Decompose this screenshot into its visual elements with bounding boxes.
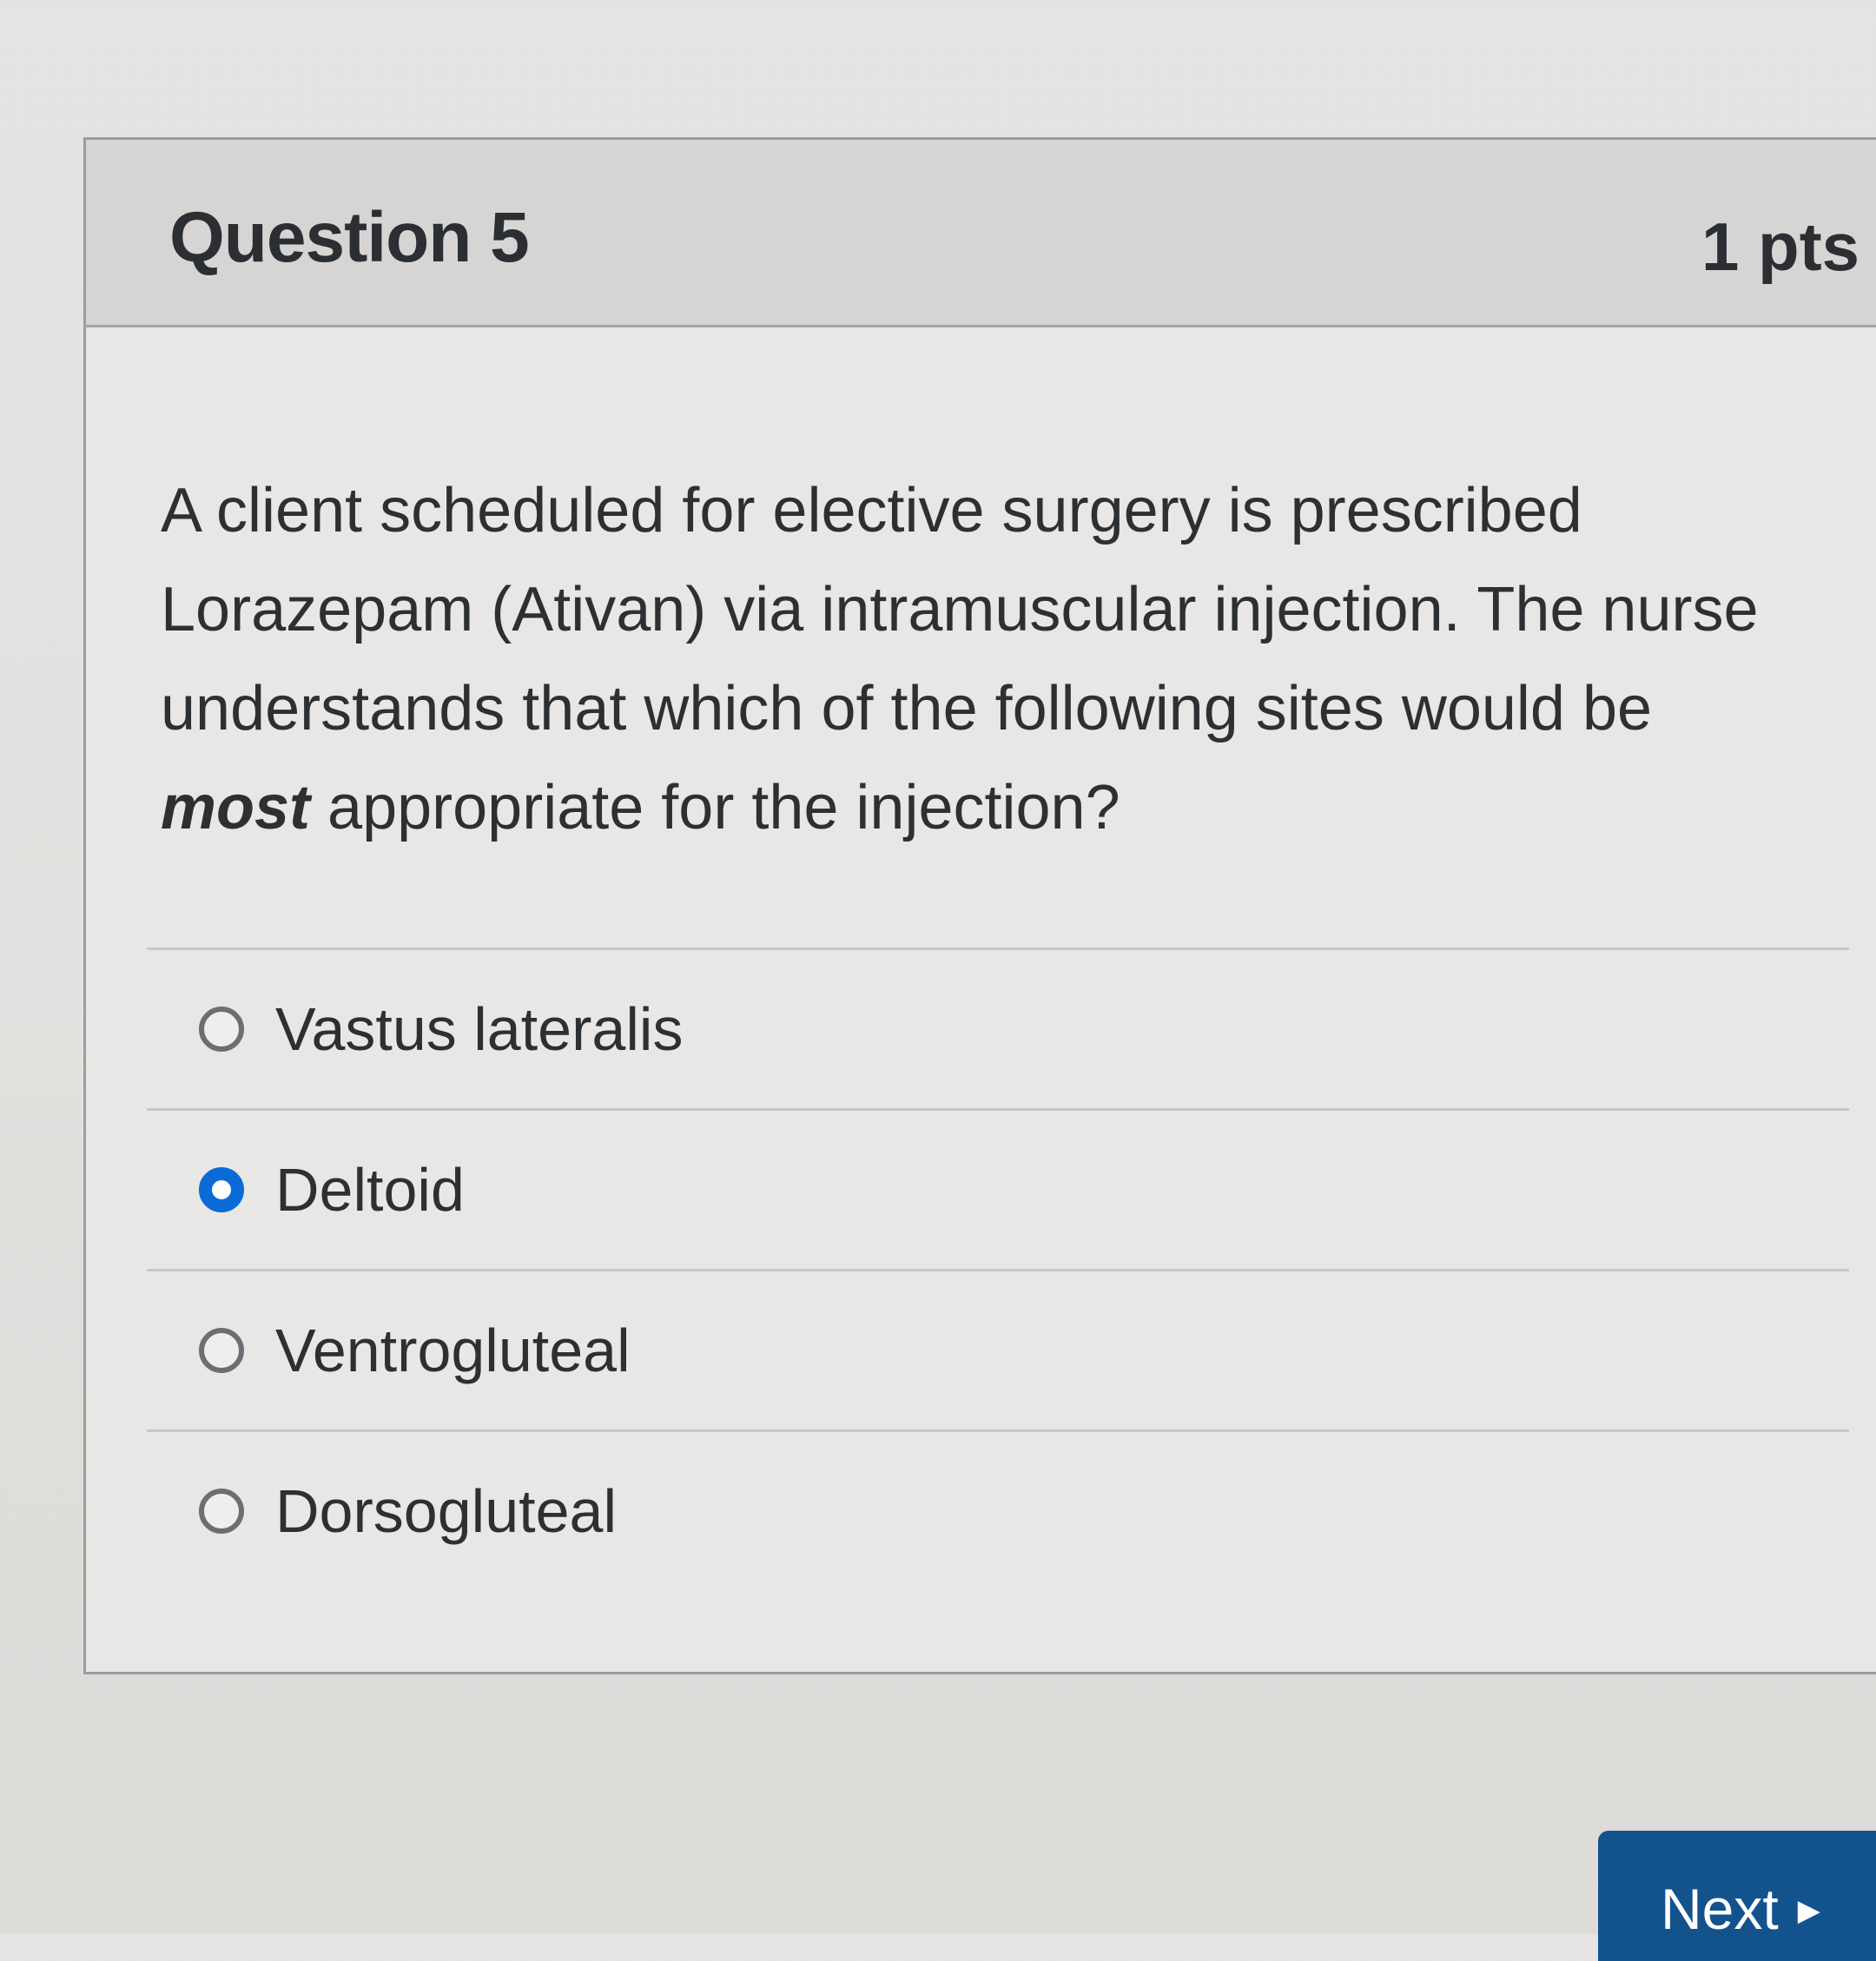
question-text-line: A client scheduled for elective surgery … xyxy=(161,476,1582,545)
radio-button[interactable] xyxy=(199,1489,244,1534)
radio-button[interactable] xyxy=(199,1328,244,1373)
answer-label[interactable]: Dorsogluteal xyxy=(275,1476,617,1546)
radio-button[interactable] xyxy=(199,1007,244,1052)
question-text-line: Lorazepam (Ativan) via intramuscular inj… xyxy=(161,575,1759,644)
next-button-label: Next xyxy=(1661,1877,1779,1941)
answer-label[interactable]: Ventrogluteal xyxy=(275,1316,631,1385)
answer-label[interactable]: Deltoid xyxy=(275,1155,465,1225)
caret-right-icon: ▶ xyxy=(1797,1894,1820,1927)
answer-label[interactable]: Vastus lateralis xyxy=(275,994,683,1064)
question-text: A client scheduled for elective surgery … xyxy=(161,461,1876,857)
next-button[interactable]: Next ▶ xyxy=(1598,1831,1876,1961)
answer-list: Vastus lateralis Deltoid Ventrogluteal D… xyxy=(147,947,1849,1590)
answer-option-dorsogluteal[interactable]: Dorsogluteal xyxy=(147,1432,1849,1590)
question-card: Question 5 1 pts A client scheduled for … xyxy=(83,137,1876,1674)
question-text-line: most appropriate for the injection? xyxy=(161,758,1876,857)
radio-button-selected[interactable] xyxy=(199,1167,244,1212)
question-emphasis: most xyxy=(161,773,311,842)
question-points: 1 pts xyxy=(1701,208,1860,285)
question-text-rest: appropriate for the injection? xyxy=(310,773,1120,842)
question-header: Question 5 1 pts xyxy=(86,140,1876,327)
answer-option-ventrogluteal[interactable]: Ventrogluteal xyxy=(147,1271,1849,1429)
question-title: Question 5 xyxy=(169,198,530,277)
answer-option-vastus-lateralis[interactable]: Vastus lateralis xyxy=(147,950,1849,1108)
question-text-line: understands that which of the following … xyxy=(161,674,1653,743)
answer-option-deltoid[interactable]: Deltoid xyxy=(147,1111,1849,1269)
